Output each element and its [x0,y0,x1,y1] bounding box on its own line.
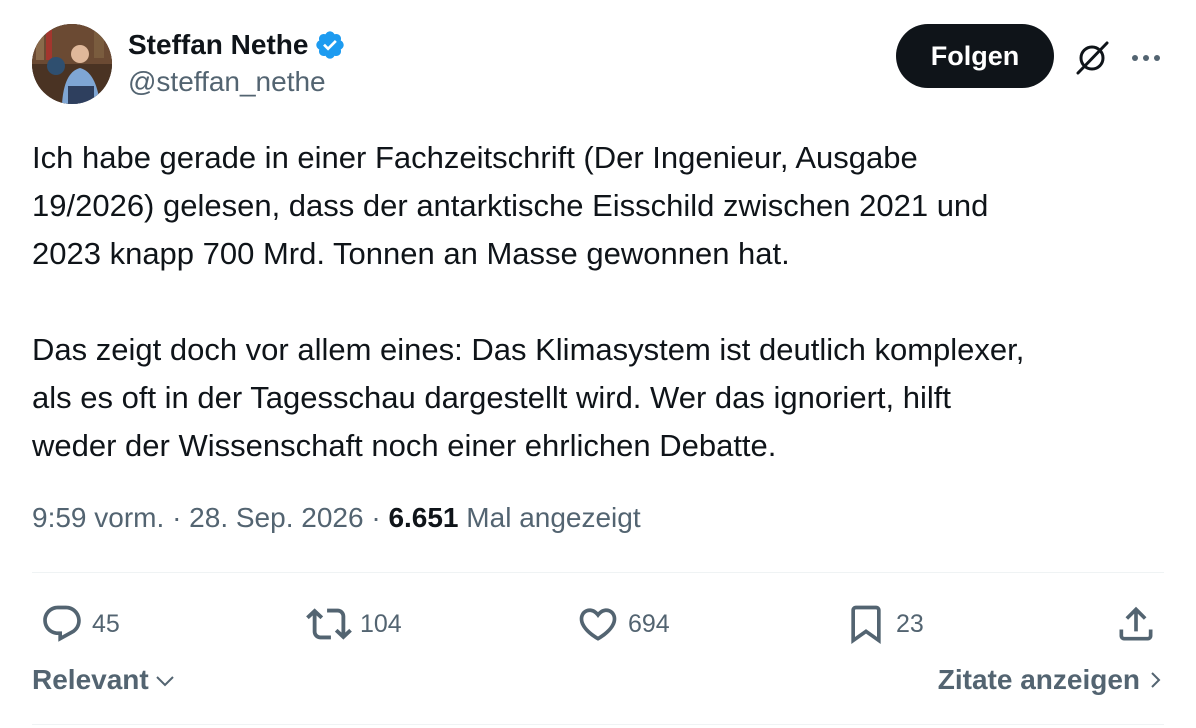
like-count: 694 [628,609,670,638]
handle[interactable]: @steffan_nethe [128,66,346,98]
avatar-image [32,24,112,104]
tweet-line: Das zeigt doch vor allem eines: Das Klim… [32,332,1025,367]
views-label: Mal angezeigt [466,502,641,533]
reply-icon [43,605,81,642]
quotes-label: Zitate anzeigen [937,664,1140,695]
follow-button[interactable]: Folgen [896,24,1054,88]
bookmark-count: 23 [896,609,924,638]
divider [32,572,1164,573]
meta-separator: · [172,502,182,533]
meta-separator: · [371,502,381,533]
verified-badge-icon[interactable] [314,29,346,61]
avatar[interactable] [32,24,112,104]
tweet-header: Steffan Nethe @steffan_nethe Folgen [32,24,1164,104]
author-info: Steffan Nethe @steffan_nethe [128,26,346,98]
tweet-line: Ich habe gerade in einer Fachzeitschrift… [32,140,918,175]
chevron-right-icon [1151,672,1161,688]
display-name[interactable]: Steffan Nethe [128,29,308,61]
reply-button[interactable]: 45 [40,596,120,652]
share-icon [1119,606,1153,641]
tweet-line: als es oft in der Tagesschau dargestellt… [32,380,951,415]
tweet-line: 2023 knapp 700 Mrd. Tonnen an Masse gewo… [32,236,790,271]
share-button[interactable] [1114,596,1158,652]
chevron-down-icon [156,676,174,687]
views-count: 6.651 [388,502,459,533]
reply-count: 45 [92,609,120,638]
grok-icon[interactable] [1072,38,1112,78]
tweet-paragraph: Ich habe gerade in einer Fachzeitschrift… [32,134,1172,278]
tweet-time[interactable]: 9:59 vorm. [32,502,164,533]
more-icon[interactable] [1128,38,1164,78]
tweet-line: 19/2026) gelesen, dass der antarktische … [32,188,989,223]
tweet-meta: 9:59 vorm. · 28. Sep. 2026 · 6.651 Mal a… [32,502,641,534]
like-button[interactable]: 694 [576,596,670,652]
tweet-text: Ich habe gerade in einer Fachzeitschrift… [32,134,1172,470]
bookmark-button[interactable]: 23 [844,596,924,652]
heart-icon [579,608,617,641]
view-quotes-link[interactable]: Zitate anzeigen [938,664,1164,696]
tweet-date[interactable]: 28. Sep. 2026 [189,502,363,533]
tweet-line: weder der Wissenschaft noch einer ehrlic… [32,428,777,463]
repost-icon [306,608,352,640]
sort-label: Relevant [32,664,149,695]
divider [32,724,1164,725]
repost-button[interactable]: 104 [306,596,402,652]
repost-count: 104 [360,609,402,638]
action-bar: 45 104 694 23 [32,596,1164,652]
sort-dropdown[interactable]: Relevant [32,664,177,696]
bookmark-icon [851,605,881,645]
tweet-paragraph: Das zeigt doch vor allem eines: Das Klim… [32,326,1172,470]
